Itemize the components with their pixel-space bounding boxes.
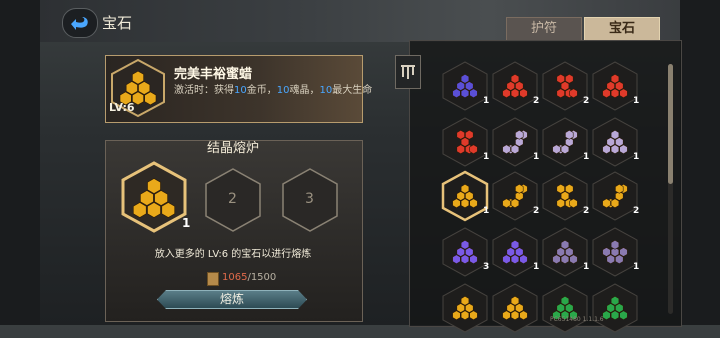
gem-slot[interactable]: 2 <box>541 170 589 222</box>
gem-slot[interactable]: 1 <box>441 60 489 112</box>
right-border <box>680 0 720 325</box>
gem-slot[interactable]: 2 <box>491 60 539 112</box>
forge-slot-2-label: 2 <box>228 191 237 207</box>
gem-count: 1 <box>633 262 640 272</box>
version-text: PC651480 1.1.1.6 <box>550 316 604 323</box>
gem-icon <box>542 117 588 167</box>
sort-button[interactable] <box>395 55 421 89</box>
gem-slot[interactable]: 1 <box>491 116 539 168</box>
smelt-button[interactable]: 熔炼 <box>157 290 307 309</box>
gem-slot[interactable]: 1 <box>441 116 489 168</box>
selected-gem-level: LV:6 <box>109 101 135 114</box>
gem-icon <box>592 283 638 333</box>
page-title: 宝石 <box>102 14 133 32</box>
gem-count: 1 <box>633 152 640 162</box>
gem-icon <box>442 283 488 333</box>
gem-count: 2 <box>533 206 540 216</box>
gem-icon <box>542 283 588 333</box>
gem-slot[interactable]: 2 <box>591 170 639 222</box>
gem-icon <box>592 61 638 111</box>
gem-icon <box>542 171 588 221</box>
gem-slot[interactable] <box>591 282 639 334</box>
forge-slot-3-label: 3 <box>305 191 314 207</box>
gem-count: 1 <box>633 96 640 106</box>
gem-icon <box>442 61 488 111</box>
soul-crystal-icon <box>207 272 219 286</box>
gem-count: 1 <box>583 152 590 162</box>
gem-count: 1 <box>533 262 540 272</box>
gem-icon <box>442 117 488 167</box>
gem-icon <box>592 117 638 167</box>
forge-slot-1[interactable] <box>120 160 188 234</box>
gem-icon <box>542 227 588 277</box>
gem-slot[interactable]: 1 <box>541 116 589 168</box>
gem-icon <box>542 61 588 111</box>
gem-icon <box>492 117 538 167</box>
gem-icon <box>592 227 638 277</box>
gem-icon <box>442 227 488 277</box>
gem-slot[interactable]: 1 <box>591 60 639 112</box>
gem-count: 2 <box>583 96 590 106</box>
gem-count: 1 <box>483 96 490 106</box>
gem-count: 2 <box>633 206 640 216</box>
forge-slot-1-count: 1 <box>182 216 191 230</box>
sort-icon <box>401 65 415 79</box>
forge-title: 结晶熔炉 <box>206 141 259 156</box>
gem-slot[interactable]: 1 <box>491 226 539 278</box>
forge-hint: 放入更多的 LV:6 的宝石以进行熔炼 <box>154 249 312 260</box>
gem-slot[interactable]: 3 <box>441 226 489 278</box>
tab-amulet[interactable]: 护符 <box>506 17 582 41</box>
gem-slot[interactable] <box>441 282 489 334</box>
left-border <box>0 0 40 325</box>
gem-slot[interactable]: 2 <box>541 60 589 112</box>
gem-count: 1 <box>533 152 540 162</box>
gem-count: 3 <box>483 262 490 272</box>
tab-gem[interactable]: 宝石 <box>584 17 660 41</box>
gem-icon <box>492 61 538 111</box>
back-arrow-icon <box>71 17 88 30</box>
gem-count: 2 <box>583 206 590 216</box>
gem-icon <box>592 171 638 221</box>
selected-gem-name: 完美丰裕蜜蜡 <box>174 67 253 82</box>
gem-count: 1 <box>483 152 490 162</box>
gem-slot[interactable] <box>491 282 539 334</box>
gem-slot[interactable]: 1 <box>441 170 489 222</box>
back-button[interactable] <box>62 8 98 38</box>
gem-slot[interactable] <box>541 282 589 334</box>
gem-count: 1 <box>483 206 490 216</box>
gem-icon <box>441 170 489 222</box>
gem-slot[interactable]: 1 <box>541 226 589 278</box>
gem-slot[interactable]: 2 <box>491 170 539 222</box>
gem-icon <box>492 227 538 277</box>
gem-icon <box>492 171 538 221</box>
gem-count: 2 <box>533 96 540 106</box>
gem-slot[interactable]: 1 <box>591 116 639 168</box>
gem-icon <box>492 283 538 333</box>
selected-gem-description: 激活时：获得10金币，10魂晶，10最大生命 <box>174 85 373 96</box>
forge-progress: 1065/1500 <box>222 272 277 283</box>
gem-count: 1 <box>583 262 590 272</box>
inventory-scrollbar-thumb[interactable] <box>668 64 673 184</box>
gem-slot[interactable]: 1 <box>591 226 639 278</box>
